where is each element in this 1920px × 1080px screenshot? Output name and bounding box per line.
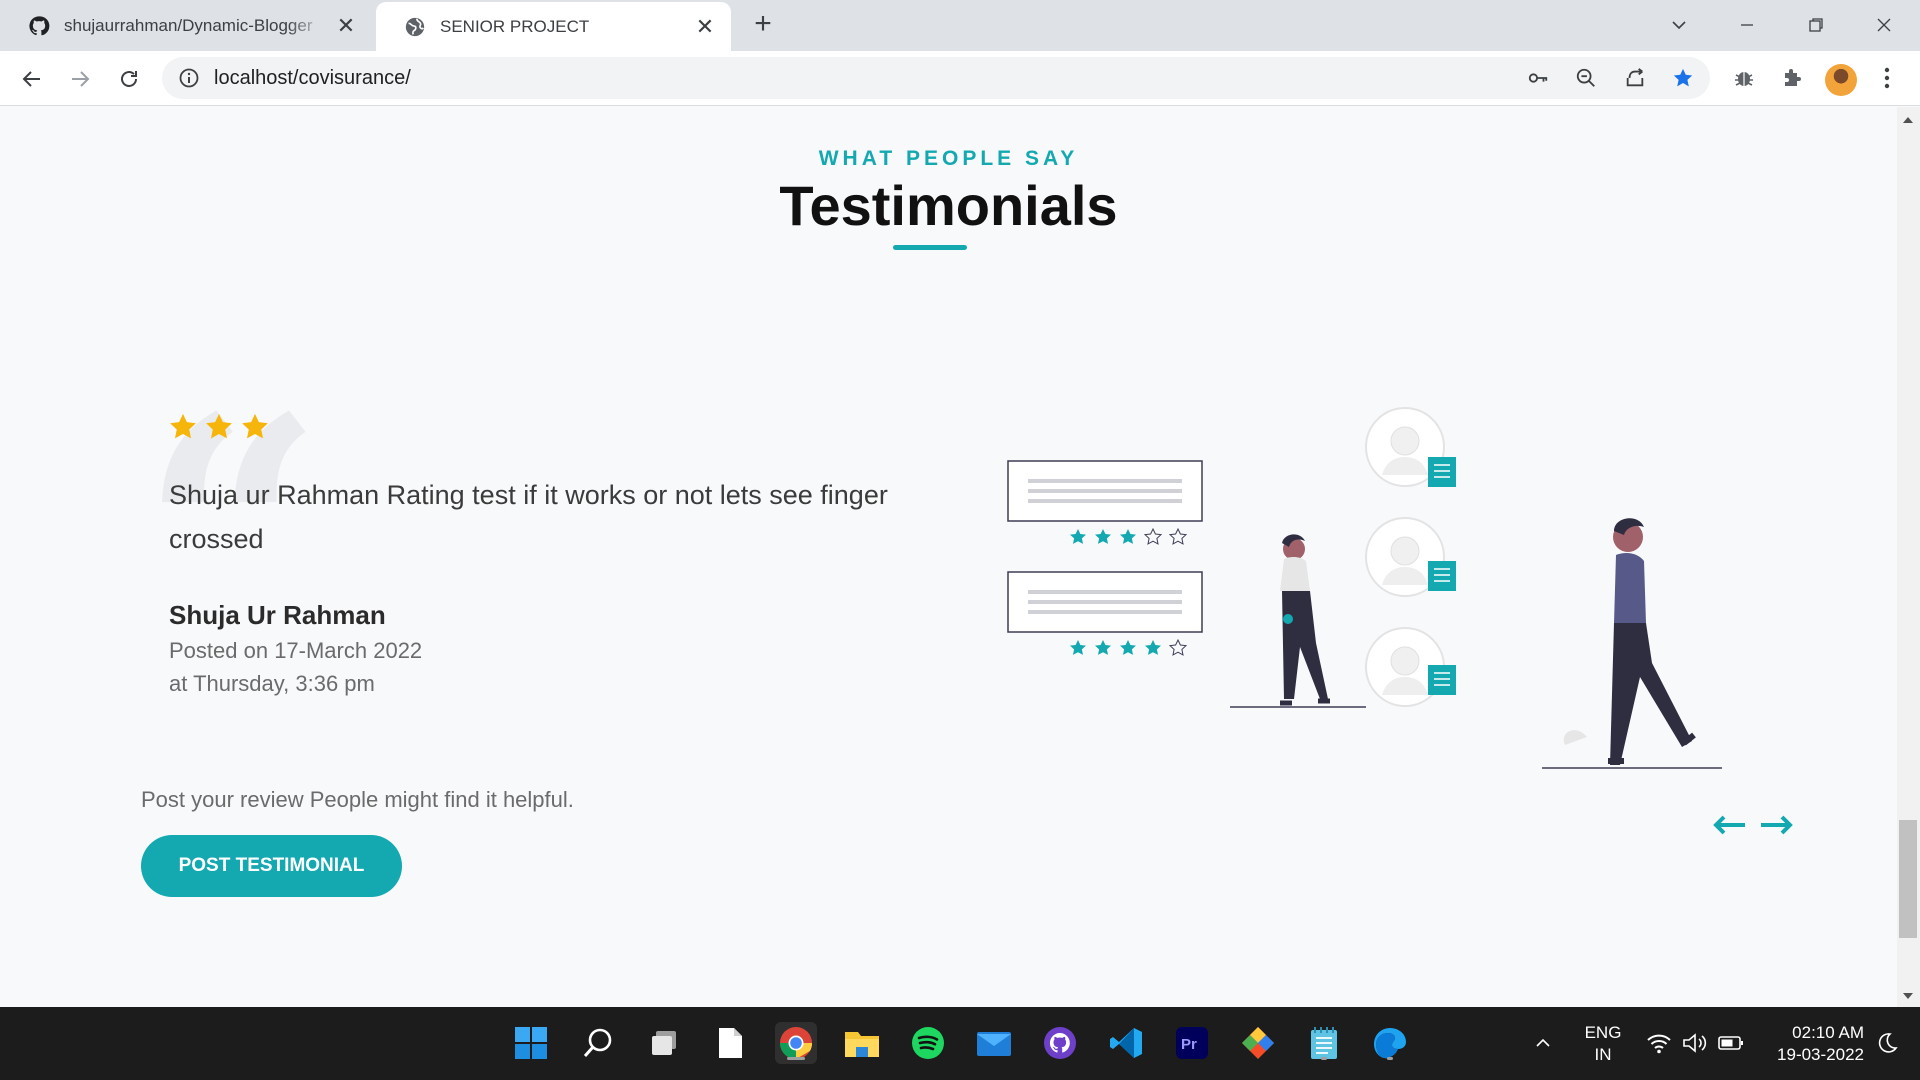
git-icon[interactable]: [1237, 1022, 1279, 1064]
input-language[interactable]: ENG IN: [1580, 1022, 1626, 1066]
mail-icon[interactable]: [973, 1022, 1015, 1064]
tray-chevron-up-icon[interactable]: [1522, 1022, 1564, 1064]
section-heading: Testimonials: [779, 174, 1118, 237]
menu-kebab-icon[interactable]: [1874, 65, 1900, 91]
minimize-icon[interactable]: [1730, 8, 1764, 42]
man-figure: [1542, 518, 1722, 769]
zoom-out-icon[interactable]: [1575, 67, 1597, 89]
tab-senior-project[interactable]: SENIOR PROJECT ✕: [376, 2, 731, 51]
tab-strip: shujaurrahman/Dynamic-Blogger ✕ SENIOR P…: [0, 0, 1920, 51]
file-explorer-icon[interactable]: [841, 1022, 883, 1064]
arrow-left-icon[interactable]: [1712, 814, 1746, 836]
review-card-1: [1007, 460, 1203, 522]
language-code: ENG: [1584, 1023, 1622, 1042]
edge-icon[interactable]: [1369, 1022, 1411, 1064]
star-icon: [206, 413, 232, 439]
info-icon[interactable]: [178, 67, 200, 89]
open-indicator: [1387, 1057, 1393, 1060]
windows-start-icon[interactable]: [510, 1022, 552, 1064]
clock-date: 19-03-2022: [1777, 1045, 1864, 1064]
testimonial-illustration: [1007, 407, 1722, 769]
avatar-3: [1365, 627, 1456, 707]
close-icon[interactable]: ✕: [334, 13, 358, 38]
browser-toolbar: localhost/covisurance/: [0, 51, 1920, 106]
rating-stars: [168, 412, 270, 442]
close-icon[interactable]: ✕: [693, 14, 717, 39]
moon-focus-icon[interactable]: [1866, 1022, 1908, 1064]
chrome-icon[interactable]: [775, 1022, 817, 1064]
github-icon: [29, 15, 50, 35]
extensions-puzzle-icon[interactable]: [1779, 65, 1805, 91]
tab-title: shujaurrahman/Dynamic-Blogger: [64, 15, 313, 35]
scroll-down-icon[interactable]: [1901, 989, 1915, 1003]
search-icon[interactable]: [577, 1022, 619, 1064]
page-viewport: WHAT PEOPLE SAY Testimonials “ Shuja ur …: [0, 107, 1897, 1007]
arrow-right-icon[interactable]: [1760, 814, 1794, 836]
globe-icon: [405, 17, 425, 36]
testimonial-author: Shuja Ur Rahman: [169, 600, 386, 630]
open-indicator: [1321, 1057, 1327, 1060]
close-window-icon[interactable]: [1867, 8, 1901, 42]
bug-extension-icon[interactable]: [1731, 65, 1757, 91]
tab-title: SENIOR PROJECT: [440, 16, 590, 36]
review-prompt: Post your review People might find it he…: [141, 787, 574, 812]
star-icon: [170, 413, 196, 439]
notepad-icon[interactable]: [709, 1022, 751, 1064]
github-desktop-icon[interactable]: [1039, 1022, 1081, 1064]
active-indicator: [787, 1057, 805, 1060]
testimonial-text: Shuja ur Rahman Rating test if it works …: [169, 480, 888, 554]
reload-icon[interactable]: [113, 63, 145, 95]
posted-time: at Thursday, 3:36 pm: [169, 671, 375, 696]
url-text[interactable]: localhost/covisurance/: [214, 67, 411, 90]
post-testimonial-button[interactable]: POST TESTIMONIAL: [141, 835, 402, 897]
avatar-1: [1365, 407, 1456, 487]
heading-underline: [893, 245, 967, 250]
tab-search-chevron-icon[interactable]: [1662, 8, 1696, 42]
posted-date: Posted on 17-March 2022: [169, 638, 423, 663]
spotify-icon[interactable]: [907, 1022, 949, 1064]
clock[interactable]: 02:10 AM 19-03-2022: [1758, 1022, 1864, 1066]
windows-taskbar: Pr ENG IN 02:10 AM 19-03-2022: [0, 1007, 1920, 1080]
review-card-2: [1007, 571, 1203, 633]
scroll-thumb[interactable]: [1899, 820, 1917, 938]
new-tab-button[interactable]: +: [748, 9, 778, 40]
bookmark-star-icon[interactable]: [1672, 67, 1694, 89]
address-bar[interactable]: localhost/covisurance/: [162, 57, 1710, 99]
tab-github[interactable]: shujaurrahman/Dynamic-Blogger ✕: [0, 0, 372, 51]
avatar-2: [1365, 517, 1456, 597]
clock-time: 02:10 AM: [1792, 1023, 1864, 1042]
star-icon: [242, 413, 268, 439]
back-arrow-icon[interactable]: [16, 63, 48, 95]
restore-icon[interactable]: [1799, 8, 1833, 42]
region-code: IN: [1594, 1045, 1612, 1064]
premiere-pro-icon[interactable]: Pr: [1171, 1022, 1213, 1064]
scroll-up-icon[interactable]: [1901, 113, 1915, 127]
battery-icon[interactable]: [1710, 1022, 1752, 1064]
key-icon[interactable]: [1527, 67, 1549, 89]
review-card-2-stars: [1070, 638, 1188, 656]
section-eyebrow: WHAT PEOPLE SAY: [818, 147, 1079, 170]
notepad-plus-icon[interactable]: [1303, 1022, 1345, 1064]
profile-avatar[interactable]: [1825, 64, 1857, 96]
forward-arrow-icon[interactable]: [64, 63, 96, 95]
vscode-icon[interactable]: [1105, 1022, 1147, 1064]
svg-text:Pr: Pr: [1181, 1036, 1197, 1053]
task-view-icon[interactable]: [643, 1022, 685, 1064]
share-icon[interactable]: [1624, 67, 1646, 89]
review-card-1-stars: [1070, 527, 1188, 545]
woman-figure: [1230, 534, 1366, 708]
